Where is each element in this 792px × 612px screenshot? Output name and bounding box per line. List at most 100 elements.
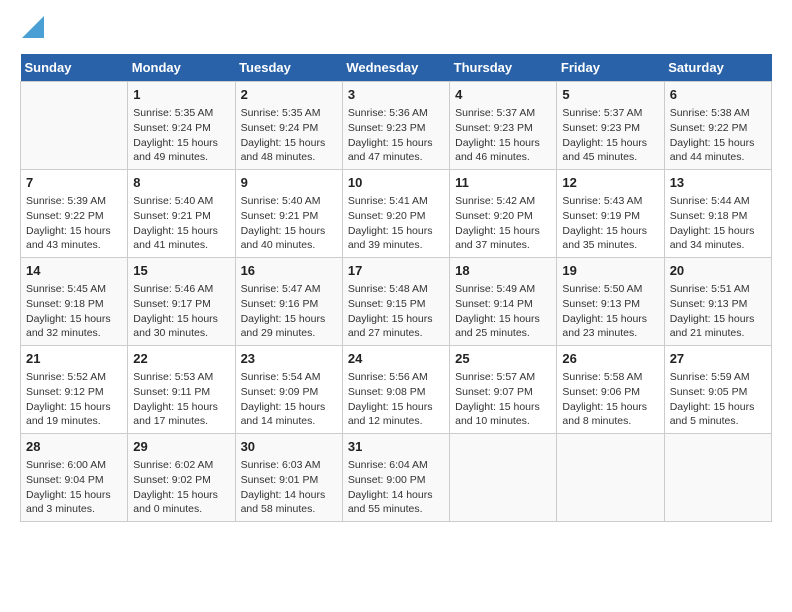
- cell-content: Sunset: 9:16 PM: [241, 297, 337, 312]
- cell-content: Sunrise: 5:51 AM: [670, 282, 766, 297]
- calendar-cell: 5Sunrise: 5:37 AMSunset: 9:23 PMDaylight…: [557, 82, 664, 170]
- header: [20, 20, 772, 44]
- cell-content: Sunrise: 5:42 AM: [455, 194, 551, 209]
- day-number: 21: [26, 350, 122, 368]
- calendar-cell: 19Sunrise: 5:50 AMSunset: 9:13 PMDayligh…: [557, 258, 664, 346]
- week-row-4: 21Sunrise: 5:52 AMSunset: 9:12 PMDayligh…: [21, 346, 772, 434]
- cell-content: and 5 minutes.: [670, 414, 766, 429]
- calendar-body: 1Sunrise: 5:35 AMSunset: 9:24 PMDaylight…: [21, 82, 772, 522]
- cell-content: and 12 minutes.: [348, 414, 444, 429]
- cell-content: and 30 minutes.: [133, 326, 229, 341]
- cell-content: Daylight: 14 hours: [348, 488, 444, 503]
- calendar-cell: 18Sunrise: 5:49 AMSunset: 9:14 PMDayligh…: [450, 258, 557, 346]
- calendar-cell: 28Sunrise: 6:00 AMSunset: 9:04 PMDayligh…: [21, 433, 128, 521]
- cell-content: Sunset: 9:04 PM: [26, 473, 122, 488]
- day-number: 17: [348, 262, 444, 280]
- day-number: 15: [133, 262, 229, 280]
- week-row-1: 1Sunrise: 5:35 AMSunset: 9:24 PMDaylight…: [21, 82, 772, 170]
- cell-content: Sunrise: 5:43 AM: [562, 194, 658, 209]
- calendar-cell: 24Sunrise: 5:56 AMSunset: 9:08 PMDayligh…: [342, 346, 449, 434]
- calendar-cell: [450, 433, 557, 521]
- cell-content: Sunrise: 5:46 AM: [133, 282, 229, 297]
- week-row-5: 28Sunrise: 6:00 AMSunset: 9:04 PMDayligh…: [21, 433, 772, 521]
- calendar-cell: 6Sunrise: 5:38 AMSunset: 9:22 PMDaylight…: [664, 82, 771, 170]
- calendar-cell: 8Sunrise: 5:40 AMSunset: 9:21 PMDaylight…: [128, 170, 235, 258]
- cell-content: Daylight: 15 hours: [241, 224, 337, 239]
- cell-content: Sunset: 9:19 PM: [562, 209, 658, 224]
- calendar-cell: 3Sunrise: 5:36 AMSunset: 9:23 PMDaylight…: [342, 82, 449, 170]
- calendar-cell: 17Sunrise: 5:48 AMSunset: 9:15 PMDayligh…: [342, 258, 449, 346]
- cell-content: Daylight: 15 hours: [670, 312, 766, 327]
- cell-content: Sunrise: 5:53 AM: [133, 370, 229, 385]
- calendar-cell: 16Sunrise: 5:47 AMSunset: 9:16 PMDayligh…: [235, 258, 342, 346]
- cell-content: and 37 minutes.: [455, 238, 551, 253]
- cell-content: Sunrise: 5:54 AM: [241, 370, 337, 385]
- day-number: 7: [26, 174, 122, 192]
- cell-content: Sunset: 9:15 PM: [348, 297, 444, 312]
- calendar-cell: 12Sunrise: 5:43 AMSunset: 9:19 PMDayligh…: [557, 170, 664, 258]
- calendar-cell: 10Sunrise: 5:41 AMSunset: 9:20 PMDayligh…: [342, 170, 449, 258]
- day-header-saturday: Saturday: [664, 54, 771, 82]
- cell-content: Daylight: 15 hours: [562, 224, 658, 239]
- cell-content: Sunset: 9:13 PM: [562, 297, 658, 312]
- cell-content: Daylight: 15 hours: [455, 312, 551, 327]
- calendar-table: SundayMondayTuesdayWednesdayThursdayFrid…: [20, 54, 772, 522]
- cell-content: Sunrise: 5:57 AM: [455, 370, 551, 385]
- cell-content: Sunrise: 6:03 AM: [241, 458, 337, 473]
- calendar-cell: 20Sunrise: 5:51 AMSunset: 9:13 PMDayligh…: [664, 258, 771, 346]
- day-number: 11: [455, 174, 551, 192]
- cell-content: and 46 minutes.: [455, 150, 551, 165]
- cell-content: Daylight: 14 hours: [241, 488, 337, 503]
- cell-content: Sunset: 9:20 PM: [455, 209, 551, 224]
- calendar-cell: 14Sunrise: 5:45 AMSunset: 9:18 PMDayligh…: [21, 258, 128, 346]
- cell-content: Daylight: 15 hours: [26, 224, 122, 239]
- calendar-cell: 1Sunrise: 5:35 AMSunset: 9:24 PMDaylight…: [128, 82, 235, 170]
- calendar-cell: 29Sunrise: 6:02 AMSunset: 9:02 PMDayligh…: [128, 433, 235, 521]
- calendar-cell: 30Sunrise: 6:03 AMSunset: 9:01 PMDayligh…: [235, 433, 342, 521]
- calendar-cell: 11 Sunrise: 5:42 AMSunset: 9:20 PMDayligh…: [450, 170, 557, 258]
- cell-content: Sunset: 9:24 PM: [133, 121, 229, 136]
- logo-arrow-icon: [22, 16, 44, 38]
- cell-content: Sunset: 9:22 PM: [26, 209, 122, 224]
- cell-content: Daylight: 15 hours: [241, 400, 337, 415]
- cell-content: Sunset: 9:21 PM: [133, 209, 229, 224]
- calendar-cell: 4Sunrise: 5:37 AMSunset: 9:23 PMDaylight…: [450, 82, 557, 170]
- cell-content: and 41 minutes.: [133, 238, 229, 253]
- cell-content: Sunset: 9:21 PM: [241, 209, 337, 224]
- day-number: 30: [241, 438, 337, 456]
- cell-content: Daylight: 15 hours: [26, 312, 122, 327]
- cell-content: Sunrise: 5:45 AM: [26, 282, 122, 297]
- cell-content: Sunrise: 5:41 AM: [348, 194, 444, 209]
- cell-content: Sunrise: 6:02 AM: [133, 458, 229, 473]
- cell-content: and 27 minutes.: [348, 326, 444, 341]
- cell-content: Sunset: 9:02 PM: [133, 473, 229, 488]
- cell-content: and 40 minutes.: [241, 238, 337, 253]
- cell-content: and 29 minutes.: [241, 326, 337, 341]
- cell-content: Sunset: 9:12 PM: [26, 385, 122, 400]
- cell-content: Daylight: 15 hours: [670, 224, 766, 239]
- cell-content: Daylight: 15 hours: [133, 400, 229, 415]
- cell-content: Daylight: 15 hours: [348, 400, 444, 415]
- cell-content: Sunset: 9:18 PM: [26, 297, 122, 312]
- cell-content: Sunrise: 5:40 AM: [241, 194, 337, 209]
- cell-content: and 39 minutes.: [348, 238, 444, 253]
- cell-content: Sunset: 9:14 PM: [455, 297, 551, 312]
- cell-content: and 21 minutes.: [670, 326, 766, 341]
- calendar-cell: 26Sunrise: 5:58 AMSunset: 9:06 PMDayligh…: [557, 346, 664, 434]
- cell-content: and 17 minutes.: [133, 414, 229, 429]
- cell-content: Sunset: 9:23 PM: [348, 121, 444, 136]
- cell-content: Daylight: 15 hours: [241, 312, 337, 327]
- day-number: 27: [670, 350, 766, 368]
- day-number: 8: [133, 174, 229, 192]
- day-number: 19: [562, 262, 658, 280]
- cell-content: Sunrise: 5:36 AM: [348, 106, 444, 121]
- cell-content: and 35 minutes.: [562, 238, 658, 253]
- cell-content: Daylight: 15 hours: [348, 224, 444, 239]
- day-number: 5: [562, 86, 658, 104]
- cell-content: and 0 minutes.: [133, 502, 229, 517]
- cell-content: and 49 minutes.: [133, 150, 229, 165]
- cell-content: Daylight: 15 hours: [455, 224, 551, 239]
- cell-content: Daylight: 15 hours: [26, 400, 122, 415]
- day-header-tuesday: Tuesday: [235, 54, 342, 82]
- calendar-cell: 13Sunrise: 5:44 AMSunset: 9:18 PMDayligh…: [664, 170, 771, 258]
